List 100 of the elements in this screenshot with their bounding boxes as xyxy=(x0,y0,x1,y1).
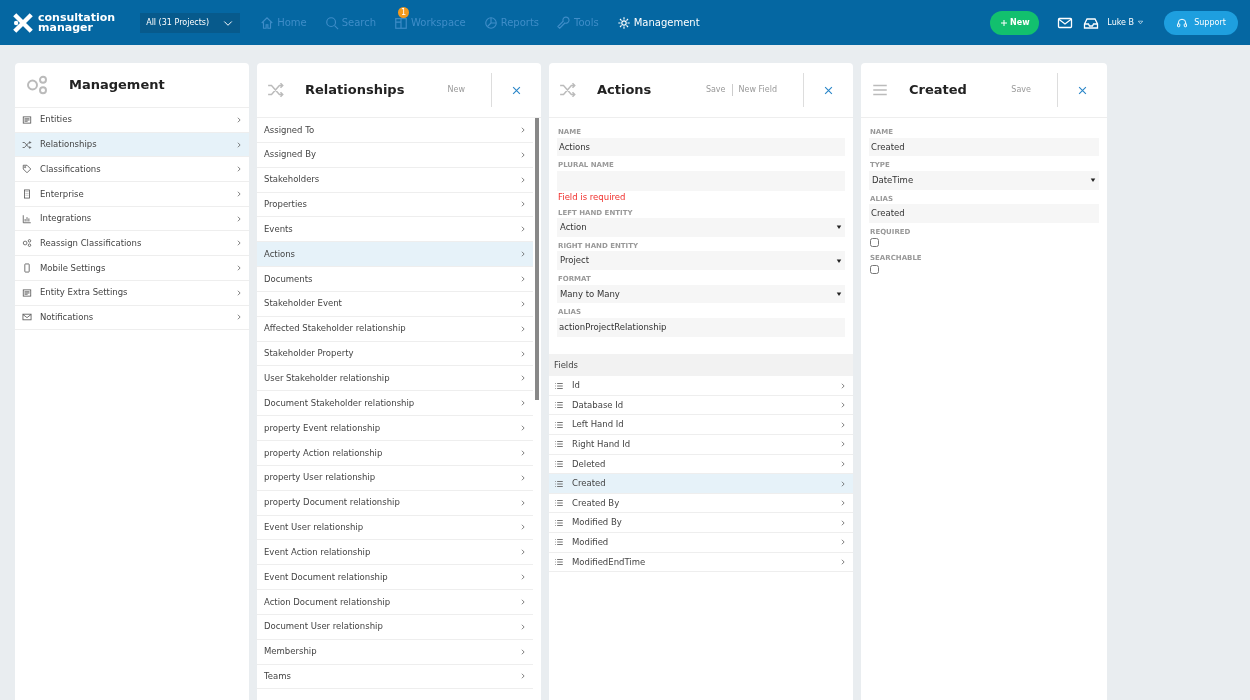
input-field[interactable]: Actions xyxy=(557,137,845,157)
item-label: Action Document relationship xyxy=(264,595,391,609)
chevron-right-icon xyxy=(520,623,526,630)
chevron-right-icon xyxy=(520,176,526,183)
table-icon xyxy=(22,114,32,125)
item-label: property Document relationship xyxy=(264,496,400,509)
chevron-right-icon xyxy=(520,574,526,581)
menu-item[interactable]: Relationships xyxy=(15,132,249,158)
shuffle-icon xyxy=(267,81,285,99)
chevron-right-icon xyxy=(236,166,242,173)
section-header: Fields xyxy=(549,353,853,377)
scrollbar[interactable] xyxy=(535,118,539,400)
chevron-right-icon xyxy=(840,500,846,507)
chevron-right-icon xyxy=(236,190,242,197)
item-label: Stakeholders xyxy=(264,173,320,186)
chevron-right-icon xyxy=(520,598,526,605)
notification-badge: 1 xyxy=(398,7,410,18)
caret-icon xyxy=(836,224,842,231)
nav-tab[interactable]: Management xyxy=(616,15,700,30)
item-label: Document Stakeholder relationship xyxy=(264,396,415,410)
chevron-right-icon xyxy=(840,382,846,389)
input-field[interactable]: actionProjectRelationship xyxy=(557,317,845,337)
item-label: Created By xyxy=(572,496,620,510)
table-icon xyxy=(22,287,32,298)
shuffle-icon xyxy=(559,81,577,99)
logo-text: consultation manager xyxy=(38,12,116,33)
list-item[interactable]: Created xyxy=(549,474,853,494)
item-label: Right Hand Id xyxy=(572,437,631,451)
item-label: User Stakeholder relationship xyxy=(264,372,390,385)
chevron-right-icon xyxy=(236,116,242,123)
input-field[interactable]: Created xyxy=(869,204,1099,223)
mail-icon xyxy=(22,312,32,323)
item-label: property User relationship xyxy=(264,471,376,485)
panel-title: Management xyxy=(69,76,165,95)
chevron-right-icon xyxy=(520,449,526,456)
caret-icon xyxy=(836,290,842,297)
list-icon xyxy=(554,458,564,469)
item-label: Enterprise xyxy=(40,187,84,201)
item-label: Relationships xyxy=(40,138,97,151)
chevron-right-icon xyxy=(520,350,526,357)
item-label: Stakeholder Property xyxy=(264,347,354,360)
item-label: Event User relationship xyxy=(264,521,364,534)
close-icon xyxy=(512,86,521,96)
item-label: Event Document relationship xyxy=(264,570,388,584)
chevron-right-icon xyxy=(840,421,846,428)
item-label: Assigned By xyxy=(264,148,316,162)
input-field[interactable]: Created xyxy=(869,137,1099,157)
chevron-right-icon xyxy=(520,300,526,307)
item-label: Document User relationship xyxy=(264,620,383,634)
chevron-right-icon xyxy=(840,539,846,546)
wrench-icon xyxy=(557,15,572,30)
list-item[interactable]: Actions xyxy=(257,242,533,268)
caret-icon xyxy=(836,257,842,264)
building-icon xyxy=(22,188,32,199)
user-menu[interactable]: Luke B xyxy=(1107,16,1144,29)
list-icon xyxy=(554,498,564,509)
chevron-right-icon xyxy=(236,215,242,222)
caret-icon xyxy=(1137,19,1144,26)
item-label: Teams xyxy=(264,670,291,683)
list-icon xyxy=(554,517,564,528)
item-label: Entities xyxy=(40,113,72,127)
chevron-right-icon xyxy=(840,480,846,487)
tag-icon xyxy=(22,164,32,175)
checkbox[interactable] xyxy=(870,238,879,248)
item-label: property Event relationship xyxy=(264,421,381,435)
chevron-right-icon xyxy=(520,549,526,556)
chevron-right-icon xyxy=(520,400,526,407)
window-icon xyxy=(394,15,409,30)
select-field[interactable]: Action xyxy=(557,218,845,237)
checkbox[interactable] xyxy=(870,264,879,274)
plus-icon xyxy=(1000,18,1009,27)
home-icon xyxy=(260,15,275,30)
settings-icon xyxy=(616,15,631,30)
select-field[interactable]: Project xyxy=(557,251,845,270)
panel-title: Created xyxy=(909,81,967,100)
list-icon xyxy=(554,537,564,548)
item-label: Integrations xyxy=(40,212,92,225)
chevron-right-icon xyxy=(236,141,242,148)
chevron-right-icon xyxy=(236,289,242,296)
chevron-right-icon xyxy=(236,314,242,321)
chevron-right-icon xyxy=(236,264,242,271)
select-field[interactable]: DateTime xyxy=(869,170,1099,190)
chevron-right-icon xyxy=(840,441,846,448)
search-icon xyxy=(324,15,339,30)
chevron-right-icon xyxy=(520,474,526,481)
item-label: Membership xyxy=(264,645,317,658)
select-field[interactable]: Many to Many xyxy=(557,284,845,304)
close-icon xyxy=(1078,86,1087,96)
chevron-right-icon xyxy=(520,524,526,531)
caret-icon xyxy=(1090,177,1096,184)
item-label: Modified By xyxy=(572,516,622,530)
panel-title: Actions xyxy=(597,81,652,100)
project-selector[interactable]: All (31 Projects) xyxy=(140,12,241,33)
list-icon xyxy=(554,439,564,450)
item-label: Left Hand Id xyxy=(572,418,624,432)
chevron-right-icon xyxy=(520,425,526,432)
headset-icon xyxy=(1176,16,1189,29)
item-label: Classifications xyxy=(40,162,101,176)
chevron-right-icon xyxy=(520,201,526,208)
list-icon xyxy=(554,556,564,567)
